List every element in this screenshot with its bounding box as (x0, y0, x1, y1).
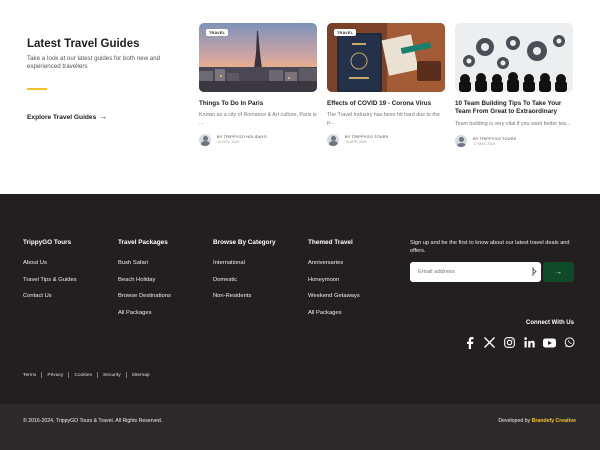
card-title[interactable]: Effects of COVID 19 - Corona Virus (327, 100, 445, 108)
card-excerpt: Known as a city of Romance & Art culture… (199, 112, 317, 126)
divider (41, 372, 43, 378)
x-icon[interactable] (483, 336, 496, 349)
footer-link-beach-holiday[interactable]: Beach Holiday (118, 277, 171, 283)
whatsapp-icon[interactable] (563, 336, 576, 349)
card-excerpt: Team building is very vital if you want … (455, 120, 571, 127)
footer-column-packages: Travel Packages Bush Safari Beach Holida… (118, 239, 171, 326)
category-tag: TRAVEL (334, 29, 357, 36)
author-name: BY TRIPPYGO TOURS (473, 135, 517, 141)
guide-card-covid[interactable]: TRAVEL Effects of COVID 19 - Corona Viru… (327, 23, 445, 146)
newsletter-submit-button[interactable]: → (543, 262, 574, 282)
footer-link-about-us[interactable]: About Us (23, 260, 77, 266)
footer-link-all-packages-themed[interactable]: All Packages (308, 310, 360, 316)
legal-link-terms[interactable]: Terms (23, 373, 36, 378)
legal-link-privacy[interactable]: Privacy (47, 373, 63, 378)
card-title[interactable]: 10 Team Building Tips To Take Your Team … (455, 100, 573, 117)
social-links (463, 336, 576, 349)
footer-column-company: TrippyGO Tours About Us Travel Tips & Gu… (23, 239, 77, 310)
accent-divider (27, 87, 47, 90)
footer-link-anniversaries[interactable]: Anniversaries (308, 260, 360, 266)
instagram-icon[interactable] (503, 336, 516, 349)
legal-link-cookies[interactable]: Cookies (74, 373, 92, 378)
email-input[interactable] (418, 269, 528, 275)
author-name: BY TRIPPYGO TOURS (345, 134, 389, 140)
card-image-paris[interactable]: TRAVEL (199, 23, 317, 92)
divider (125, 372, 127, 378)
legal-link-sitemap[interactable]: Sitemap (132, 373, 150, 378)
explore-guides-label: Explore Travel Guides (27, 113, 97, 121)
footer-link-contact-us[interactable]: Contact Us (23, 293, 77, 299)
newsletter-text: Sign up and be the first to know about o… (410, 240, 570, 254)
developed-by-label: Developed by (498, 418, 531, 424)
card-author: BY TRIPPYGO TOURS 14 APR, 2020 (327, 133, 445, 146)
author-name: BY TRIPPYGO HOLIDAYS (217, 134, 267, 140)
guide-card-team-building[interactable]: 10 Team Building Tips To Take Your Team … (455, 23, 573, 148)
travel-guides-section: Latest Travel Guides Take a look at our … (0, 0, 600, 194)
divider (68, 372, 70, 378)
text-cursor-icon (532, 267, 537, 276)
footer-column-themed: Themed Travel Anniversaries Honeymoon We… (308, 239, 360, 326)
post-date: 17 MAY, 2019 (473, 141, 496, 146)
copyright-text: © 2016-2024, TrippyGO Tours & Travel. Al… (23, 418, 163, 424)
email-field-wrapper[interactable] (410, 262, 541, 282)
section-title: Latest Travel Guides (27, 38, 140, 50)
category-tag: TRAVEL (206, 29, 229, 36)
card-author: BY TRIPPYGO HOLIDAYS 14 NOV, 2022 (199, 133, 317, 146)
youtube-icon[interactable] (543, 336, 556, 349)
footer-link-honeymoon[interactable]: Honeymoon (308, 277, 360, 283)
facebook-icon[interactable] (463, 336, 476, 349)
footer-link-browse-destinations[interactable]: Browse Destinations (118, 293, 171, 299)
developer-credit: Developed by Brandefy Creative (498, 418, 576, 424)
guides-intro: Latest Travel Guides Take a look at our … (27, 38, 182, 90)
newsletter-form: → (410, 262, 574, 282)
legal-link-security[interactable]: Security (103, 373, 121, 378)
footer-link-weekend-getaways[interactable]: Weekend Getaways (308, 293, 360, 299)
linkedin-icon[interactable] (523, 336, 536, 349)
section-description: Take a look at our latest guides for bot… (27, 55, 161, 71)
footer-column-heading: Browse By Category (213, 239, 276, 246)
arrow-right-icon: → (99, 112, 108, 121)
divider (97, 372, 99, 378)
avatar (327, 133, 339, 146)
post-date: 14 NOV, 2022 (217, 140, 240, 145)
legal-links: Terms Privacy Cookies Security Sitemap (23, 372, 150, 378)
footer-column-categories: Browse By Category International Domesti… (213, 239, 276, 310)
site-footer: TrippyGO Tours About Us Travel Tips & Gu… (0, 194, 600, 404)
footer-link-bush-safari[interactable]: Bush Safari (118, 260, 171, 266)
developer-link[interactable]: Brandefy Creative (532, 418, 576, 424)
card-title[interactable]: Things To Do In Paris (199, 100, 317, 108)
footer-bottom-bar: © 2016-2024, TrippyGO Tours & Travel. Al… (0, 404, 600, 450)
card-excerpt: The Travel Industry has been hit hard du… (327, 112, 440, 126)
guide-card-paris[interactable]: TRAVEL Things To Do In Paris Known as a … (199, 23, 317, 146)
post-date: 14 APR, 2020 (345, 140, 368, 145)
avatar (199, 133, 211, 146)
footer-column-heading: Themed Travel (308, 239, 353, 246)
footer-link-international[interactable]: International (213, 260, 276, 266)
footer-column-heading: Travel Packages (118, 239, 168, 246)
footer-link-all-packages[interactable]: All Packages (118, 310, 171, 316)
footer-link-travel-tips[interactable]: Travel Tips & Guides (23, 277, 77, 283)
card-image-team-building[interactable] (455, 23, 573, 92)
arrow-right-icon: → (555, 268, 562, 276)
footer-column-heading: TrippyGO Tours (23, 239, 72, 246)
card-author: BY TRIPPYGO TOURS 17 MAY, 2019 (455, 135, 573, 148)
connect-label: Connect With Us (526, 320, 574, 326)
footer-link-non-residents[interactable]: Non-Residents (213, 293, 276, 299)
footer-link-domestic[interactable]: Domestic (213, 277, 276, 283)
card-image-covid[interactable]: TRAVEL (327, 23, 445, 92)
avatar (455, 135, 467, 148)
explore-guides-link[interactable]: Explore Travel Guides → (27, 113, 107, 121)
